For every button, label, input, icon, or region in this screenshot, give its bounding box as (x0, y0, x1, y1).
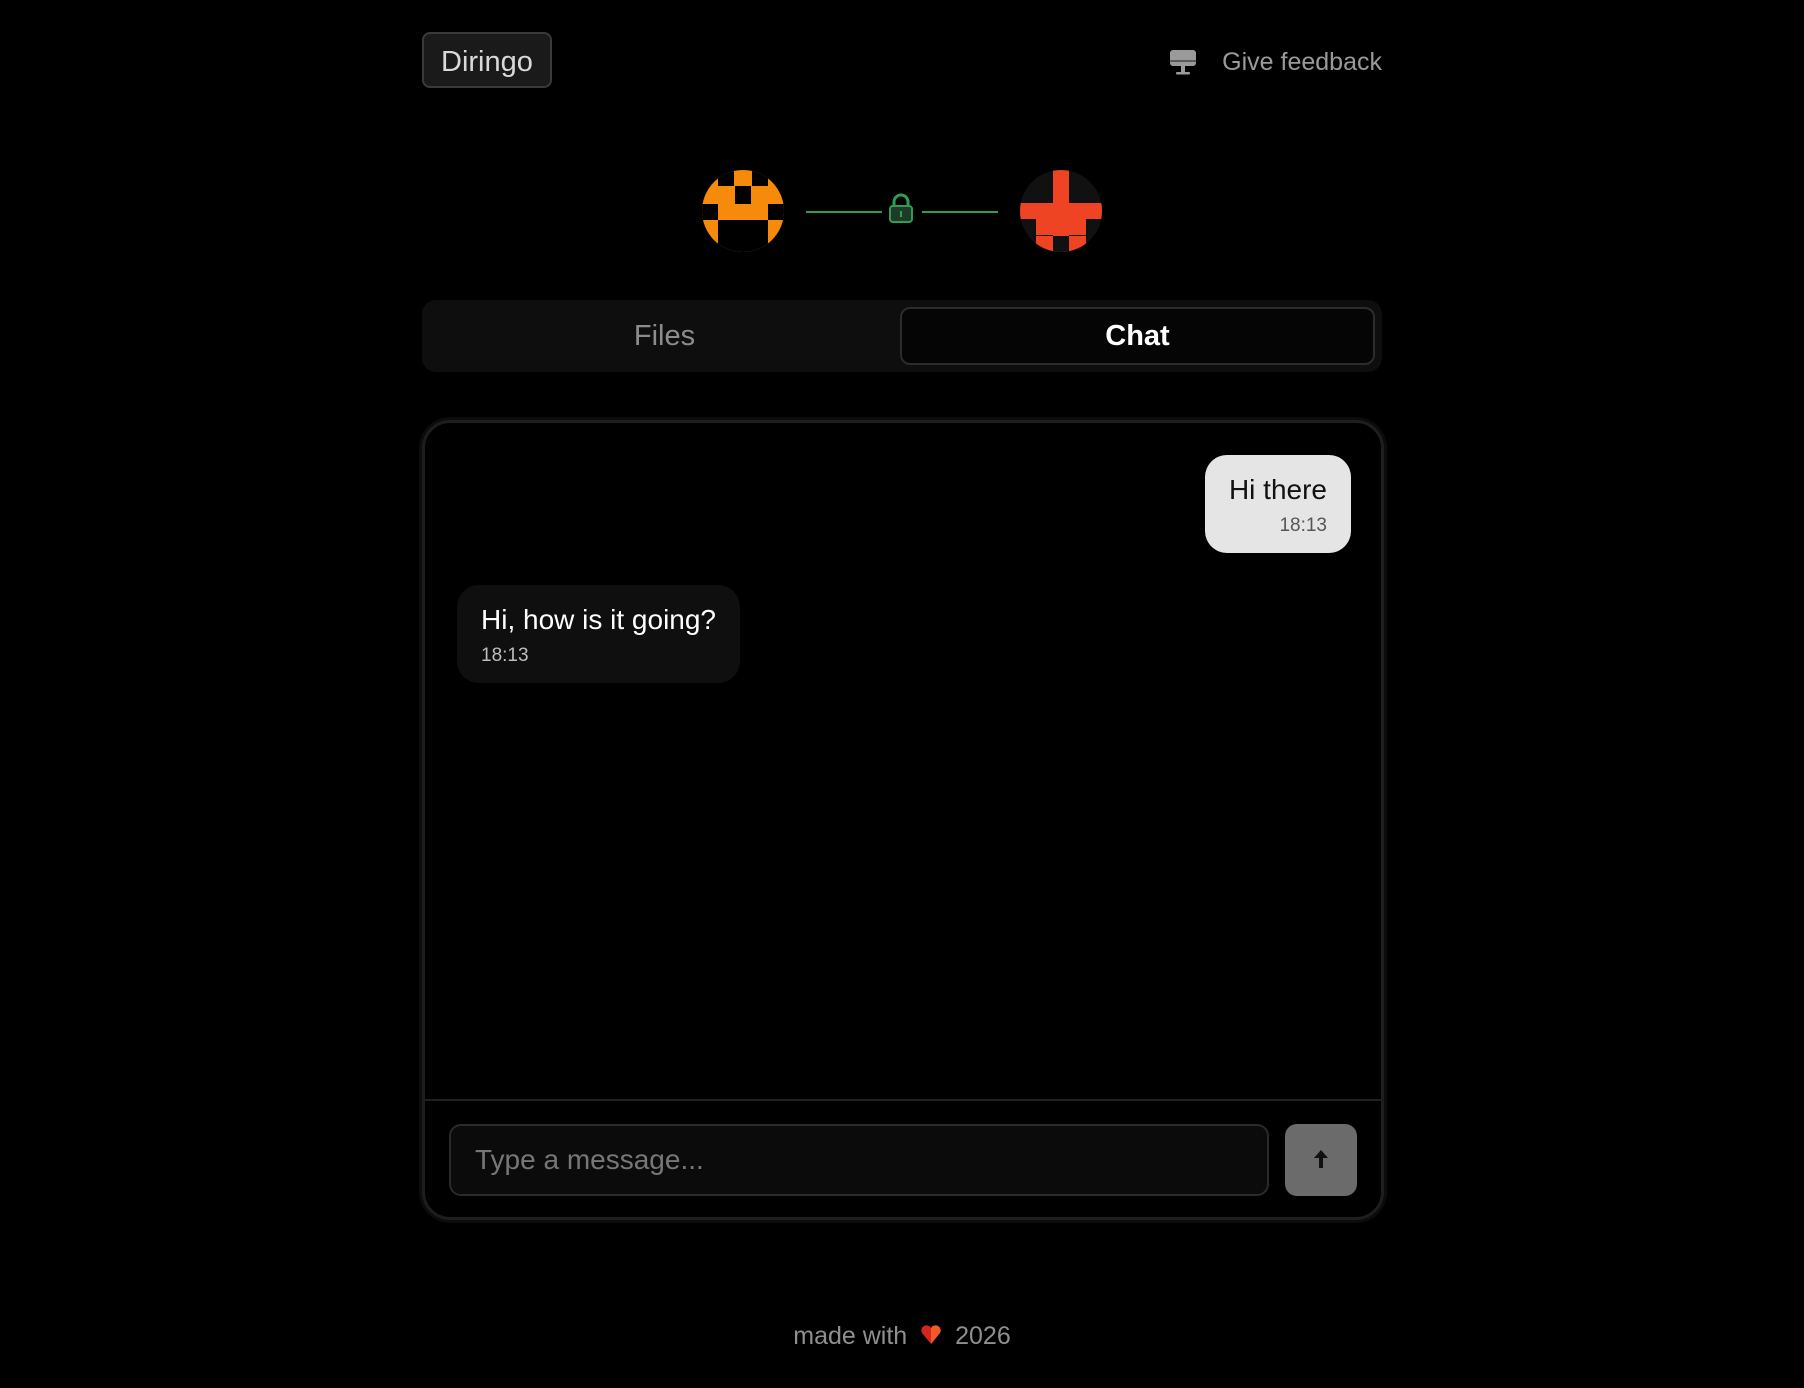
footer-year: 2026 (955, 1322, 1011, 1350)
message-time: 18:13 (1279, 515, 1327, 536)
message-bubble-received: Hi, how is it going? 18:13 (457, 585, 741, 683)
remote-peer-avatar (1020, 170, 1102, 252)
give-feedback-label: Give feedback (1222, 47, 1382, 76)
connection-line-left (806, 211, 882, 213)
message-list[interactable]: Hi there 18:13 Hi, how is it going? 18:1… (425, 423, 1381, 1099)
message-time: 18:13 (481, 645, 529, 666)
arrow-up-icon (1310, 1147, 1332, 1174)
give-feedback-button[interactable]: Give feedback (1168, 40, 1382, 84)
message-text: Hi, how is it going? (481, 604, 717, 635)
send-button[interactable] (1285, 1124, 1357, 1196)
chat-panel: Hi there 18:13 Hi, how is it going? 18:1… (422, 420, 1384, 1220)
monitor-icon (1168, 47, 1198, 77)
message-input[interactable] (449, 1124, 1269, 1196)
view-tabs: Files Chat (422, 300, 1382, 372)
local-peer-avatar (702, 170, 784, 252)
message-bubble-sent: Hi there 18:13 (1204, 455, 1351, 553)
message-composer (449, 1124, 1357, 1196)
tab-files[interactable]: Files (429, 307, 900, 365)
brand-logo[interactable]: Diringo (422, 32, 552, 88)
footer: made with 2026 (0, 1322, 1804, 1353)
top-bar: Diringo Give feedback (422, 32, 1382, 92)
footer-prefix: made with (793, 1322, 908, 1350)
heart-icon (920, 1324, 942, 1353)
tab-chat[interactable]: Chat (900, 307, 1375, 365)
composer-divider (425, 1099, 1381, 1101)
lock-icon (886, 192, 916, 231)
connection-line-right (922, 211, 998, 213)
connection-indicator (700, 170, 1104, 254)
message-text: Hi there (1228, 474, 1327, 505)
